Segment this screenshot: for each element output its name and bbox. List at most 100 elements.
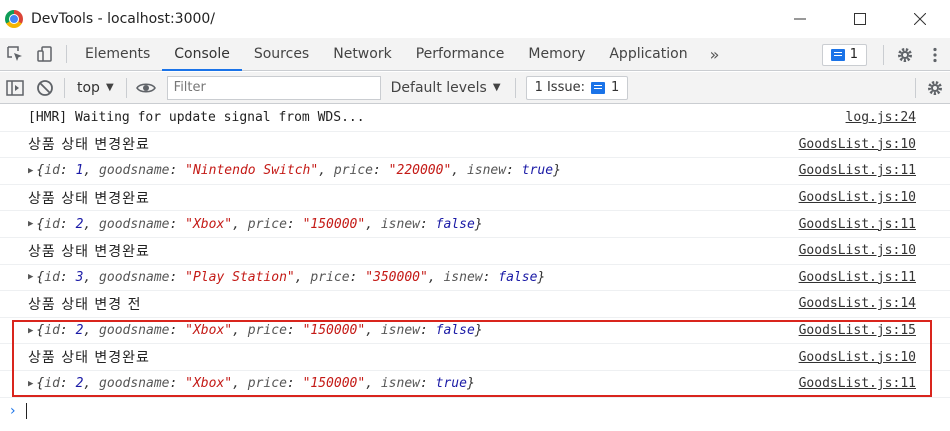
toolbar-divider bbox=[125, 77, 127, 98]
object-price-value: "220000" bbox=[388, 163, 452, 179]
sidebar-toggle-icon bbox=[6, 79, 24, 96]
chrome-logo-icon bbox=[5, 10, 23, 28]
expand-triangle-icon[interactable]: ▶ bbox=[28, 219, 33, 229]
toolbar-divider bbox=[64, 77, 65, 98]
devtools-tab-bar: Elements Console Sources Network Perform… bbox=[0, 38, 950, 71]
object-price-value: "350000" bbox=[365, 269, 428, 285]
source-link[interactable]: GoodsList.js:10 bbox=[799, 132, 916, 158]
console-toolbar: top ▼ Default levels ▼ 1 Issue: 1 bbox=[0, 72, 950, 104]
console-message-row: ▶{id: 2, goodsname: "Xbox", price: "1500… bbox=[0, 371, 950, 398]
console-prompt-row[interactable]: › bbox=[0, 398, 950, 425]
object-preview[interactable]: ▶{id: 2, goodsname: "Xbox", price: "1500… bbox=[28, 211, 483, 237]
object-goodsname-value: "Xbox" bbox=[185, 216, 233, 232]
close-icon bbox=[914, 13, 926, 25]
more-tabs-button[interactable]: » bbox=[700, 38, 730, 70]
source-link[interactable]: GoodsList.js:15 bbox=[799, 318, 916, 344]
gear-icon bbox=[928, 81, 942, 95]
source-link[interactable]: GoodsList.js:10 bbox=[799, 238, 916, 264]
context-label: top bbox=[77, 79, 100, 96]
console-message-row: 상품 상태 변경완료 GoodsList.js:10 bbox=[0, 185, 950, 212]
tab-performance[interactable]: Performance bbox=[404, 38, 517, 70]
prompt-chevron-icon: › bbox=[10, 402, 16, 419]
object-isnew-value: true bbox=[435, 376, 467, 392]
issues-label: 1 Issue: bbox=[534, 80, 585, 95]
source-link[interactable]: GoodsList.js:10 bbox=[799, 344, 916, 370]
settings-button[interactable] bbox=[890, 46, 920, 64]
dropdown-arrow-icon: ▼ bbox=[492, 82, 501, 93]
object-isnew-value: false bbox=[435, 216, 475, 232]
toolbar-divider bbox=[883, 44, 884, 65]
issues-count: 1 bbox=[610, 80, 620, 95]
dropdown-arrow-icon: ▼ bbox=[105, 82, 114, 93]
tab-sources[interactable]: Sources bbox=[242, 38, 321, 70]
console-log: [HMR] Waiting for update signal from WDS… bbox=[0, 105, 950, 424]
title-bar: DevTools - localhost:3000/ bbox=[0, 0, 950, 38]
tab-console[interactable]: Console bbox=[162, 38, 242, 71]
source-link[interactable]: GoodsList.js:11 bbox=[799, 158, 916, 184]
maximize-button[interactable] bbox=[830, 0, 890, 38]
object-isnew-value: true bbox=[521, 163, 554, 179]
filter-input[interactable] bbox=[166, 75, 381, 100]
expand-triangle-icon[interactable]: ▶ bbox=[28, 326, 33, 336]
object-goodsname-value: "Xbox" bbox=[185, 376, 233, 392]
device-icon bbox=[37, 46, 52, 62]
device-toolbar-button[interactable] bbox=[30, 38, 60, 70]
messages-badge-button[interactable]: 1 bbox=[821, 43, 867, 66]
maximize-icon bbox=[854, 13, 866, 25]
tab-elements[interactable]: Elements bbox=[73, 38, 162, 70]
messages-count: 1 bbox=[849, 47, 858, 62]
expand-triangle-icon[interactable]: ▶ bbox=[28, 379, 33, 389]
gear-icon bbox=[898, 47, 912, 62]
console-message-row: ▶{id: 2, goodsname: "Xbox", price: "1500… bbox=[0, 211, 950, 238]
log-levels-dropdown[interactable]: Default levels ▼ bbox=[381, 80, 511, 96]
expand-triangle-icon[interactable]: ▶ bbox=[28, 272, 33, 282]
source-link[interactable]: GoodsList.js:11 bbox=[799, 265, 916, 291]
log-message: 상품 상태 변경완료 bbox=[28, 137, 150, 154]
minimize-button[interactable] bbox=[770, 0, 830, 38]
source-link[interactable]: GoodsList.js:10 bbox=[799, 185, 916, 211]
object-preview[interactable]: ▶{id: 1, goodsname: "Nintendo Switch", p… bbox=[28, 158, 561, 184]
console-message-row: 상품 상태 변경완료 GoodsList.js:10 bbox=[0, 344, 950, 371]
object-goodsname-value: "Nintendo Switch" bbox=[185, 163, 319, 179]
object-goodsname-value: "Play Station" bbox=[185, 269, 295, 285]
source-link[interactable]: GoodsList.js:14 bbox=[799, 291, 916, 317]
console-message-row: 상품 상태 변경완료 GoodsList.js:10 bbox=[0, 238, 950, 265]
live-expression-button[interactable] bbox=[131, 72, 161, 104]
toolbar-divider bbox=[514, 77, 516, 98]
toolbar-divider bbox=[66, 45, 67, 63]
object-preview[interactable]: ▶{id: 2, goodsname: "Xbox", price: "1500… bbox=[28, 371, 475, 397]
message-icon bbox=[830, 48, 845, 61]
customize-menu-button[interactable] bbox=[920, 46, 950, 64]
inspect-element-button[interactable] bbox=[0, 38, 30, 70]
tab-memory[interactable]: Memory bbox=[516, 38, 597, 70]
clear-console-button[interactable] bbox=[30, 72, 60, 104]
message-icon bbox=[590, 81, 605, 94]
show-sidebar-button[interactable] bbox=[0, 72, 30, 104]
issues-button[interactable]: 1 Issue: 1 bbox=[525, 75, 629, 100]
window-controls bbox=[770, 0, 950, 38]
log-message: 상품 상태 변경 전 bbox=[28, 296, 142, 313]
object-preview[interactable]: ▶{id: 2, goodsname: "Xbox", price: "1500… bbox=[28, 318, 483, 344]
toolbar-divider bbox=[915, 78, 916, 98]
window-title: DevTools - localhost:3000/ bbox=[31, 11, 216, 27]
object-goodsname-value: "Xbox" bbox=[185, 323, 233, 339]
log-levels-label: Default levels bbox=[390, 79, 487, 96]
close-button[interactable] bbox=[890, 0, 950, 38]
source-link[interactable]: GoodsList.js:11 bbox=[799, 371, 916, 397]
expand-triangle-icon[interactable]: ▶ bbox=[28, 166, 33, 176]
context-selector[interactable]: top ▼ bbox=[69, 80, 122, 96]
source-link[interactable]: GoodsList.js:11 bbox=[799, 211, 916, 237]
console-settings-button[interactable] bbox=[920, 72, 950, 104]
log-message: 상품 상태 변경완료 bbox=[28, 350, 150, 367]
tab-network[interactable]: Network bbox=[321, 38, 403, 70]
console-message-row: 상품 상태 변경 전 GoodsList.js:14 bbox=[0, 291, 950, 318]
object-preview[interactable]: ▶{id: 3, goodsname: "Play Station", pric… bbox=[28, 265, 545, 291]
object-price-value: "150000" bbox=[302, 323, 366, 339]
source-link[interactable]: log.js:24 bbox=[846, 105, 916, 131]
console-message-row: ▶{id: 1, goodsname: "Nintendo Switch", p… bbox=[0, 158, 950, 185]
tab-application[interactable]: Application bbox=[597, 38, 699, 70]
console-message-row: [HMR] Waiting for update signal from WDS… bbox=[0, 105, 950, 132]
object-isnew-value: false bbox=[498, 269, 538, 285]
console-prompt[interactable]: › bbox=[0, 398, 27, 424]
log-message: 상품 상태 변경완료 bbox=[28, 190, 150, 207]
